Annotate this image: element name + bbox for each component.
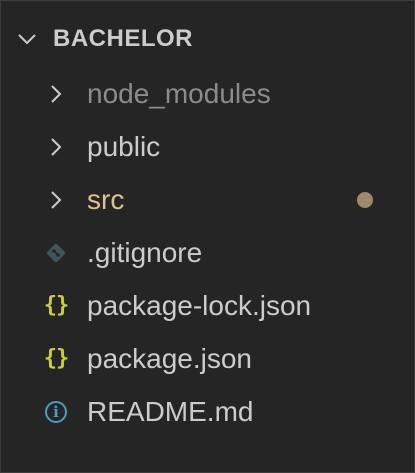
tree-item-label: package-lock.json [87,289,312,321]
tree-item-label: README.md [87,395,254,427]
json-braces-icon: {} [43,293,69,318]
json-braces-icon: {} [43,346,69,371]
tree-item-package-json[interactable]: {} package.json [1,332,414,385]
file-tree: node_modules public src .gitignore {} pa… [1,67,414,438]
explorer-folder-header[interactable]: BACHELOR [1,15,414,63]
tree-item-public[interactable]: public [1,120,414,173]
info-icon: i [41,397,71,427]
git-icon [41,238,71,268]
chevron-right-icon[interactable] [41,79,71,109]
modified-indicator-dot [357,191,373,208]
chevron-right-icon[interactable] [41,185,71,215]
file-explorer: BACHELOR node_modules public src .gitign… [0,0,415,473]
tree-item-label: package.json [87,342,253,374]
tree-item-label: src [87,183,125,215]
tree-item-label: .gitignore [87,236,203,268]
folder-name: BACHELOR [53,25,193,52]
tree-item-readme-md[interactable]: i README.md [1,385,414,438]
tree-item-src[interactable]: src [1,173,414,226]
chevron-right-icon[interactable] [41,132,71,162]
tree-item-label: node_modules [87,77,271,109]
tree-item-gitignore[interactable]: .gitignore [1,226,414,279]
tree-item-label: public [87,130,161,162]
tree-item-package-lock-json[interactable]: {} package-lock.json [1,279,414,332]
chevron-down-icon[interactable] [13,25,41,53]
tree-item-node-modules[interactable]: node_modules [1,67,414,120]
